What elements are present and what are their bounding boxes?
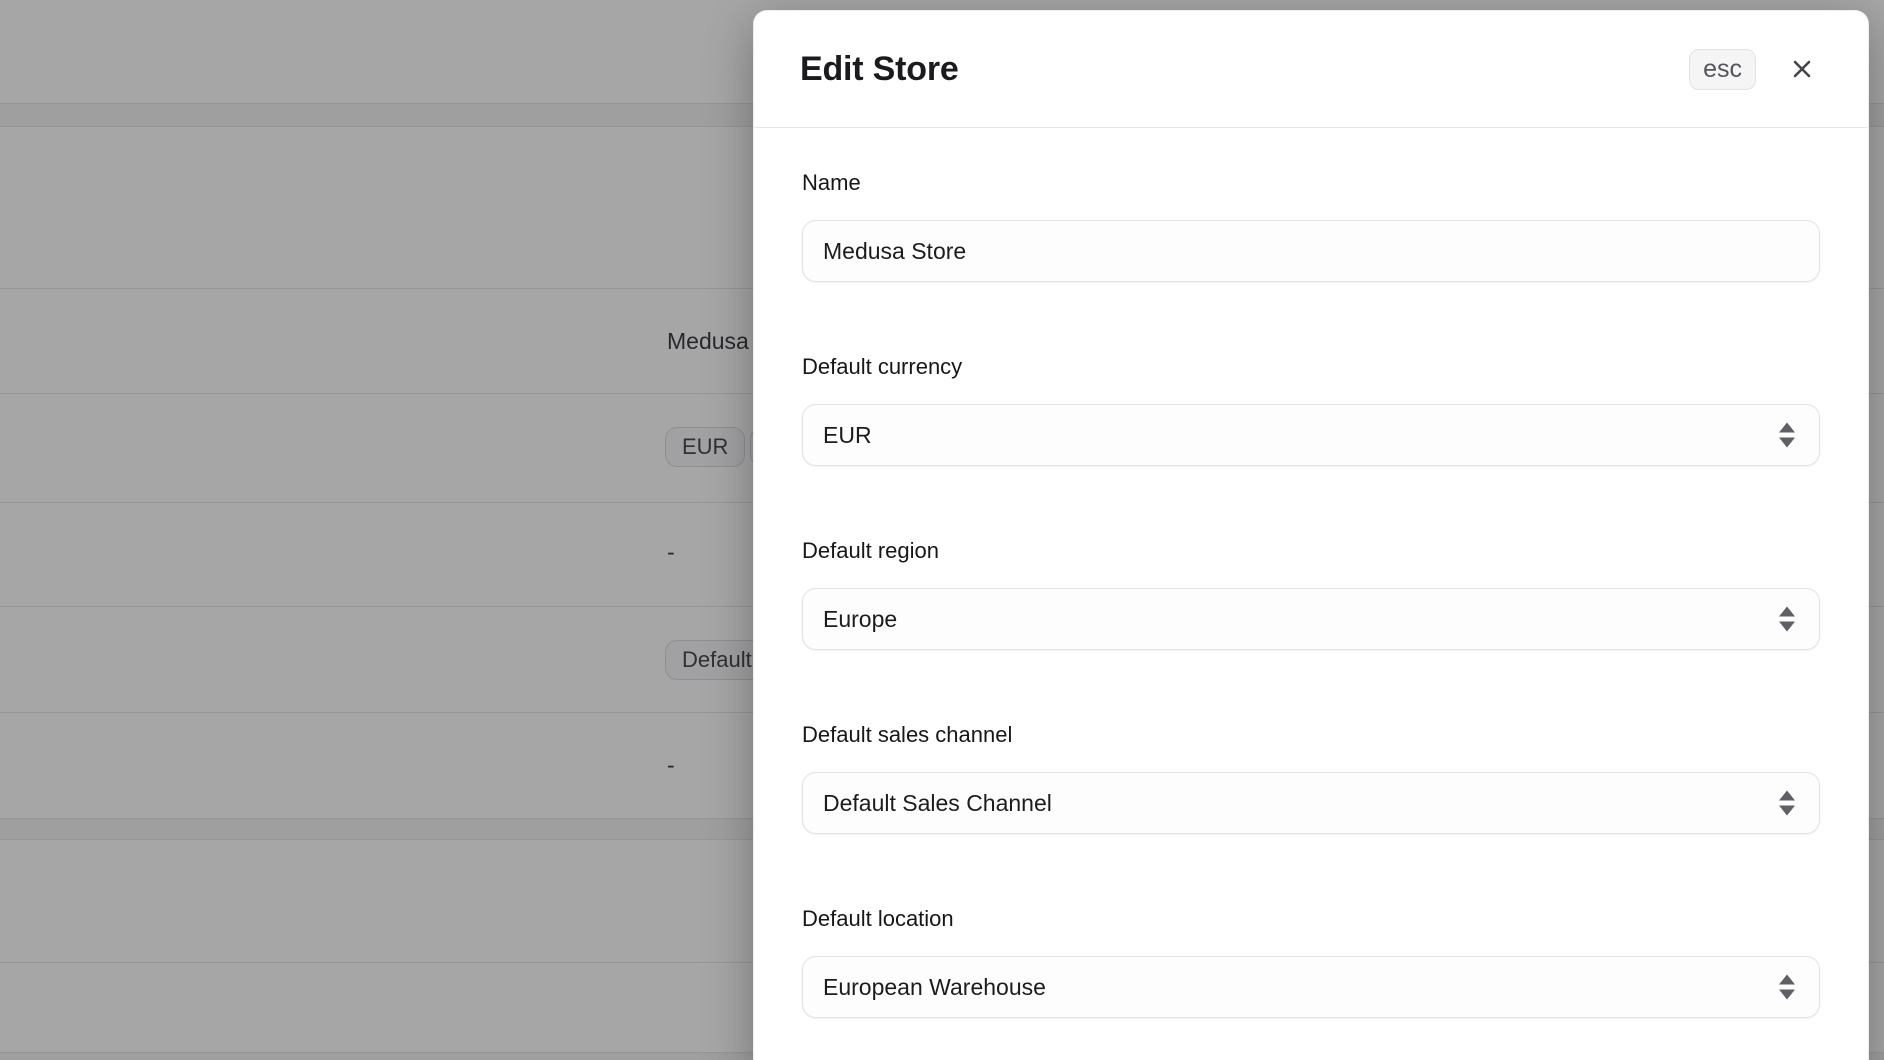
default-location-value: European Warehouse <box>803 957 1819 1017</box>
default-region-select[interactable]: Europe <box>802 588 1820 650</box>
esc-key-hint: esc <box>1689 49 1756 90</box>
header-actions: esc <box>1689 49 1822 90</box>
close-button[interactable] <box>1782 49 1822 89</box>
default-currency-value: EUR <box>803 405 1819 465</box>
field-group-default-sales-channel: Default sales channel Default Sales Chan… <box>802 721 1820 834</box>
default-currency-select[interactable]: EUR <box>802 404 1820 466</box>
default-sales-channel-value: Default Sales Channel <box>803 773 1819 833</box>
field-group-default-region: Default region Europe <box>802 537 1820 650</box>
default-region-value: Europe <box>803 589 1819 649</box>
close-icon <box>1788 55 1816 83</box>
drawer-body: Name Default currency EUR Default region… <box>754 128 1868 1060</box>
drawer-header: Edit Store esc <box>754 11 1868 128</box>
default-currency-label: Default currency <box>802 353 1820 380</box>
field-group-name: Name <box>802 169 1820 282</box>
field-group-default-currency: Default currency EUR <box>802 353 1820 466</box>
name-input[interactable] <box>803 221 1819 281</box>
name-label: Name <box>802 169 1820 196</box>
default-sales-channel-select[interactable]: Default Sales Channel <box>802 772 1820 834</box>
default-location-label: Default location <box>802 905 1820 932</box>
name-input-wrapper <box>802 220 1820 282</box>
default-region-label: Default region <box>802 537 1820 564</box>
default-location-select[interactable]: European Warehouse <box>802 956 1820 1018</box>
edit-store-drawer: Edit Store esc Name Default currency EUR <box>753 10 1869 1060</box>
drawer-title: Edit Store <box>800 50 959 89</box>
default-sales-channel-label: Default sales channel <box>802 721 1820 748</box>
field-group-default-location: Default location European Warehouse <box>802 905 1820 1018</box>
